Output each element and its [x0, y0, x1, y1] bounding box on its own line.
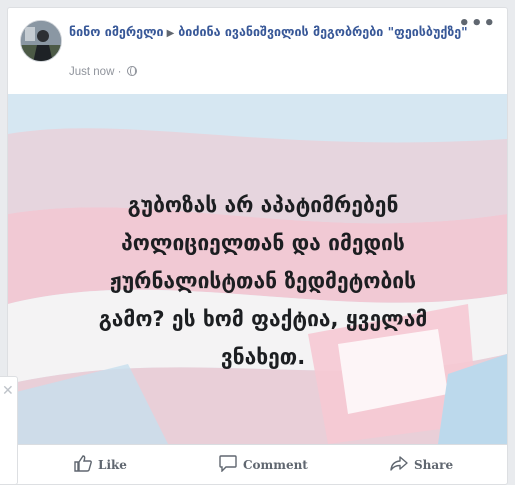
author-line: ნინო იმერელი ▶ ბიძინა ივანიშვილის მეგობრებ…	[69, 22, 469, 43]
share-button[interactable]: Share	[390, 445, 453, 485]
post-text-line: ჟურნალისტთან ზედმეტობის	[109, 269, 417, 293]
close-icon[interactable]: ✕	[2, 383, 14, 399]
post-text: გუბოზას არ აპატიმრებენ პოლიციელთან და იმ…	[53, 186, 473, 376]
post-text-line: გამო? ეს ხომ ფაქტია, ყველამ	[98, 307, 428, 331]
more-horizontal-icon[interactable]: •••	[458, 15, 496, 33]
like-label: Like	[98, 458, 127, 472]
share-arrow-icon	[390, 455, 408, 475]
speech-bubble-icon	[219, 455, 237, 475]
arrow-right-icon: ▶	[166, 28, 175, 39]
globe-icon[interactable]	[126, 66, 137, 76]
comment-button[interactable]: Comment	[219, 445, 308, 485]
share-label: Share	[414, 458, 454, 472]
thumbs-up-icon	[74, 455, 92, 475]
post-header: ნინო იმერელი ▶ ბიძინა ივანიშვილის მეგობრებ…	[8, 8, 507, 94]
group-name[interactable]: ბიძინა ივანიშვილის მეგობრები "ფეისბუქზე"	[178, 24, 467, 39]
author-name[interactable]: ნინო იმერელი	[69, 24, 164, 39]
action-bar: Like Comment Share	[8, 444, 507, 484]
post-text-line: გუბოზას არ აპატიმრებენ	[127, 193, 399, 217]
post-image[interactable]: გუბოზას არ აპატიმრებენ პოლიციელთან და იმ…	[8, 94, 507, 444]
avatar[interactable]	[20, 20, 62, 62]
comment-label: Comment	[243, 458, 308, 472]
side-panel: ✕	[0, 376, 18, 485]
post-text-line: პოლიციელთან და იმედის	[121, 231, 405, 255]
timestamp[interactable]: Just now	[69, 66, 114, 78]
post-text-line: ვნახეთ.	[220, 345, 306, 369]
post-card: ნინო იმერელი ▶ ბიძინა ივანიშვილის მეგობრებ…	[7, 7, 508, 485]
like-button[interactable]: Like	[74, 445, 127, 485]
post-meta: Just now ·	[69, 66, 137, 78]
